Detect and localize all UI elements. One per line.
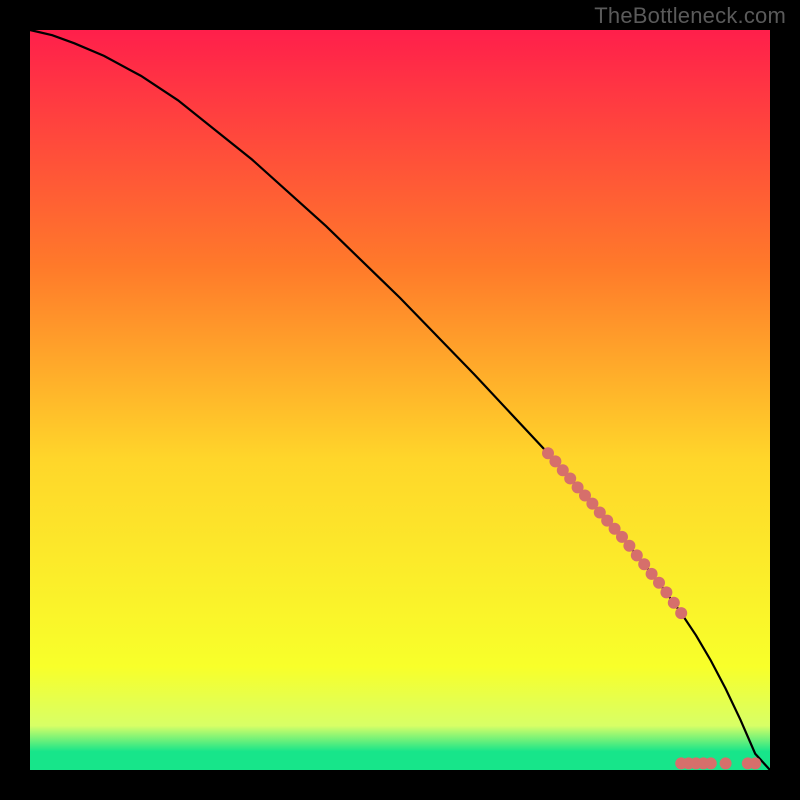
data-point bbox=[705, 757, 717, 769]
data-point bbox=[623, 540, 635, 552]
data-point bbox=[653, 577, 665, 589]
data-point bbox=[638, 558, 650, 570]
plot-area bbox=[30, 30, 770, 770]
data-points-layer bbox=[30, 30, 770, 770]
data-points-group bbox=[542, 447, 761, 769]
data-point bbox=[720, 757, 732, 769]
data-point bbox=[749, 757, 761, 769]
data-point bbox=[668, 597, 680, 609]
data-point bbox=[675, 607, 687, 619]
data-point bbox=[660, 586, 672, 598]
chart-stage: TheBottleneck.com bbox=[0, 0, 800, 800]
watermark-text: TheBottleneck.com bbox=[594, 3, 786, 29]
